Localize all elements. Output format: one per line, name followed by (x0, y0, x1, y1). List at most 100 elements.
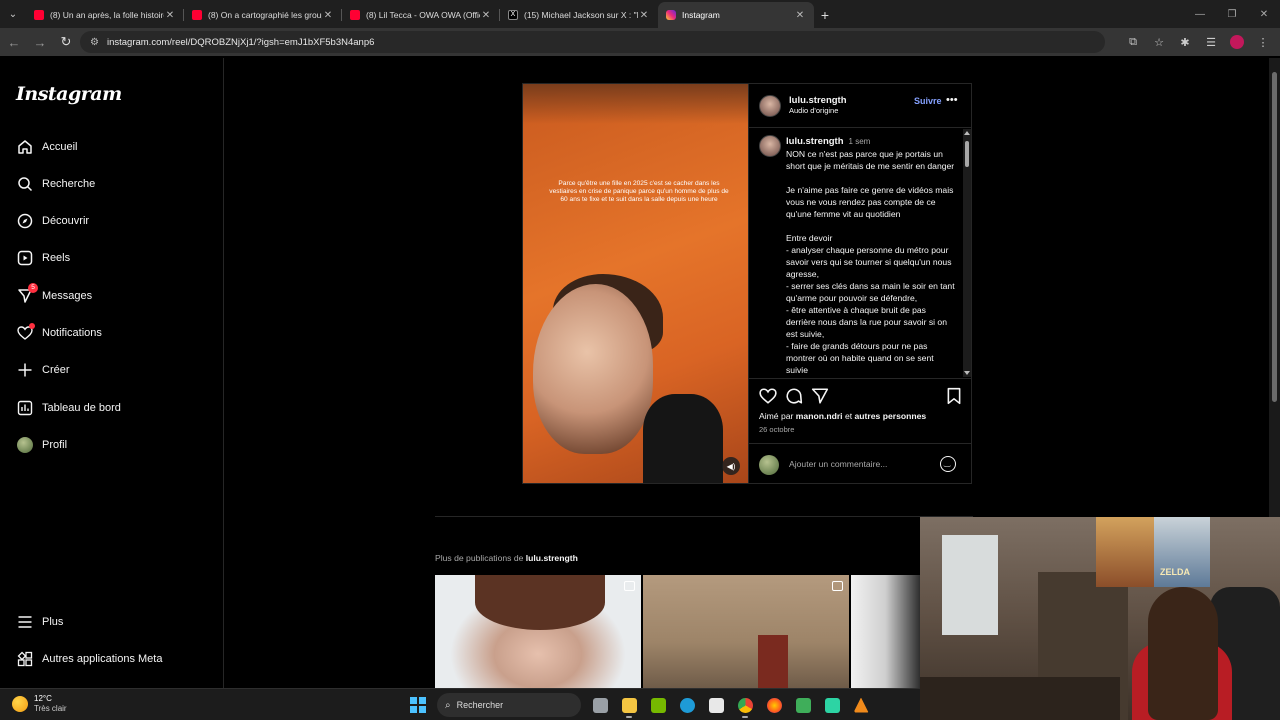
comments-scrollbar[interactable] (963, 129, 971, 377)
comment-avatar[interactable] (759, 135, 781, 157)
reel-post: Parce qu'être une fille en 2025 c'est se… (522, 83, 972, 484)
sidebar-item-label: Recherche (42, 178, 96, 190)
comment-bubble-icon[interactable] (785, 387, 803, 405)
close-tab-icon[interactable]: ✕ (164, 10, 176, 21)
minimize-icon[interactable]: — (1184, 0, 1216, 28)
sidebar-item-creer[interactable]: Créer (16, 358, 70, 382)
more-posts-grid (435, 575, 920, 688)
sidebar-item-meta-apps[interactable]: Autres applications Meta (16, 647, 162, 671)
edge-icon[interactable] (675, 693, 699, 717)
instagram-logo[interactable]: Instagram (16, 83, 122, 105)
youtube-favicon-icon (192, 10, 202, 20)
sidebar-item-accueil[interactable]: Accueil (16, 135, 77, 159)
messenger-icon: 5 (16, 283, 38, 305)
scroll-thumb[interactable] (965, 141, 969, 167)
webcam-overlay: ZELDA (920, 517, 1280, 720)
store-icon[interactable] (704, 693, 728, 717)
webcam-poster-text: ZELDA (1160, 567, 1190, 577)
page-scroll-thumb[interactable] (1272, 72, 1277, 402)
weather-condition: Très clair (34, 704, 67, 713)
more-options-icon[interactable]: ••• (946, 94, 958, 106)
reload-icon[interactable]: ↻ (54, 30, 78, 54)
site-info-icon[interactable]: ⚙ (90, 37, 99, 48)
scroll-down-icon[interactable] (964, 371, 970, 375)
sidebar-item-notifications[interactable]: Notifications (16, 321, 102, 345)
nvidia-icon[interactable] (646, 693, 670, 717)
sidebar-item-plus[interactable]: Plus (16, 610, 63, 634)
save-bookmark-icon[interactable] (945, 387, 963, 405)
reading-list-icon[interactable]: ☰ (1200, 32, 1222, 52)
sidebar-item-label: Accueil (42, 141, 78, 153)
vlc-icon[interactable] (849, 693, 873, 717)
bookmark-star-icon[interactable]: ☆ (1148, 32, 1170, 52)
browser-tab[interactable]: (8) On a cartographié les group ✕ (184, 2, 342, 28)
sidebar-item-label: Plus (42, 616, 64, 628)
back-icon[interactable]: ← (2, 30, 26, 54)
more-posts-user[interactable]: lulu.strength (526, 553, 578, 563)
reel-video[interactable]: Parce qu'être une fille en 2025 c'est se… (523, 84, 748, 483)
browser-tab-active[interactable]: Instagram ✕ (658, 2, 814, 28)
post-header: lulu.strength Audio d'origine Suivre ••• (749, 84, 972, 128)
weather-widget[interactable]: 12°C Très clair (12, 694, 67, 714)
taskbar-search[interactable]: ⌕ Rechercher (437, 693, 581, 717)
video-caption: Parce qu'être une fille en 2025 c'est se… (549, 180, 729, 203)
sidebar-item-decouvrir[interactable]: Découvrir (16, 209, 89, 233)
task-view-icon[interactable] (588, 693, 612, 717)
new-tab-button[interactable]: + (814, 2, 836, 28)
messages-badge: 5 (28, 283, 38, 293)
windows-start-icon[interactable] (410, 697, 426, 713)
post-thumbnail[interactable] (643, 575, 849, 688)
close-tab-icon[interactable]: ✕ (322, 10, 334, 21)
add-comment-input[interactable]: Ajouter un commentaire... (789, 459, 887, 469)
file-explorer-icon[interactable] (617, 693, 641, 718)
close-tab-icon[interactable]: ✕ (480, 10, 492, 21)
close-tab-icon[interactable]: ✕ (638, 10, 650, 21)
emoji-icon[interactable] (940, 456, 956, 472)
install-app-icon[interactable]: ⧉ (1122, 32, 1144, 52)
author-username[interactable]: lulu.strength (789, 95, 847, 106)
browser-tab[interactable]: (8) Un an après, la folle histoire ✕ (26, 2, 184, 28)
reels-icon (16, 249, 34, 267)
close-tab-icon[interactable]: ✕ (794, 10, 806, 21)
share-send-icon[interactable] (811, 387, 829, 405)
section-divider (435, 516, 973, 517)
browser-tab[interactable]: (8) Lil Tecca - OWA OWA (Offic ✕ (342, 2, 500, 28)
tab-search-button[interactable]: ⌄ (0, 0, 26, 28)
chrome-icon[interactable] (733, 693, 757, 718)
close-window-icon[interactable]: ✕ (1248, 0, 1280, 28)
profile-avatar-icon[interactable] (1230, 35, 1244, 49)
sidebar-item-profil[interactable]: Profil (16, 433, 67, 457)
comment-username[interactable]: lulu.strength (786, 136, 844, 147)
reel-icon (832, 581, 843, 591)
follow-button[interactable]: Suivre (914, 96, 942, 106)
discord-icon[interactable] (820, 693, 844, 717)
author-info: lulu.strength Audio d'origine (789, 95, 847, 115)
liked-others-link[interactable]: autres personnes (855, 411, 927, 421)
maximize-icon[interactable]: ❐ (1216, 0, 1248, 28)
game-app-icon[interactable] (791, 693, 815, 717)
sidebar-item-tableau-de-bord[interactable]: Tableau de bord (16, 396, 121, 420)
sidebar-item-label: Notifications (42, 327, 102, 339)
menu-icon (16, 613, 34, 631)
forward-icon[interactable]: → (28, 30, 52, 54)
like-heart-icon[interactable] (759, 387, 777, 405)
scroll-up-icon[interactable] (964, 131, 970, 135)
volume-icon[interactable]: ◀) (722, 457, 740, 475)
sidebar-item-reels[interactable]: Reels (16, 246, 70, 270)
caption-comment: lulu.strength 1 sem NON ce n'est pas parc… (786, 135, 956, 376)
sidebar-item-recherche[interactable]: Recherche (16, 172, 95, 196)
browser-tab[interactable]: X (15) Michael Jackson sur X : "Mi ✕ (500, 2, 658, 28)
sidebar-item-messages[interactable]: 5 Messages (16, 283, 93, 308)
author-avatar[interactable] (759, 95, 781, 117)
liked-by-user[interactable]: manon.ndri (796, 411, 843, 421)
extensions-icon[interactable]: ✱ (1174, 32, 1196, 52)
tab-title: (15) Michael Jackson sur X : "Mi (524, 10, 638, 20)
browser-menu-icon[interactable]: ⋮ (1252, 32, 1274, 52)
firefox-icon[interactable] (762, 693, 786, 717)
tab-title: (8) Lil Tecca - OWA OWA (Offic (366, 10, 480, 20)
sidebar-item-label: Messages (42, 290, 93, 302)
post-thumbnail[interactable] (435, 575, 641, 688)
audio-label[interactable]: Audio d'origine (789, 106, 847, 115)
address-bar[interactable]: ⚙ instagram.com/reel/DQROBZNjXj1/?igsh=e… (80, 31, 1105, 53)
post-thumbnail[interactable] (851, 575, 920, 688)
